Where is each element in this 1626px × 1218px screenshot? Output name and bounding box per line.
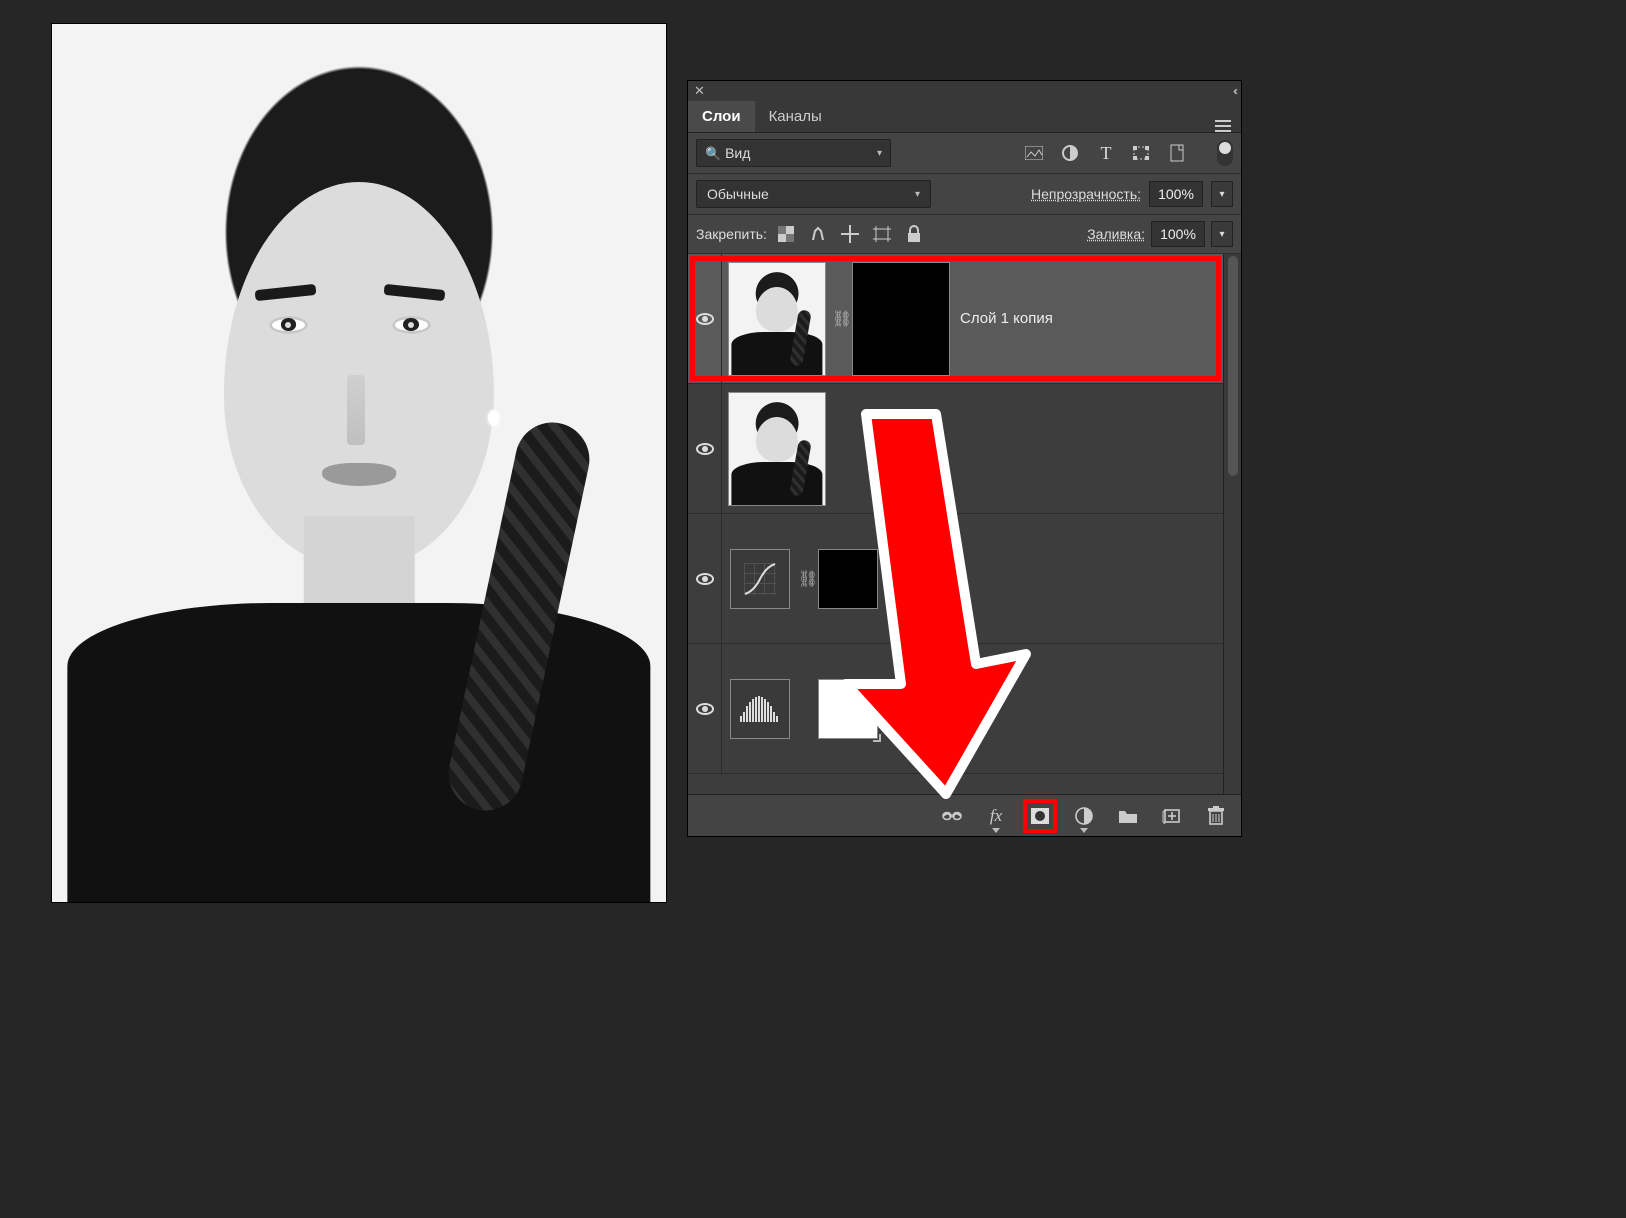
layer-row[interactable]: ⛓ ивые 2 [688, 514, 1223, 644]
scroll-thumb[interactable] [1228, 256, 1238, 476]
blend-mode-select[interactable]: Обычные ▾ [696, 180, 931, 208]
lock-position-icon[interactable] [841, 225, 859, 243]
layer-row[interactable]: ⛓ Слой 1 копия [688, 254, 1223, 384]
layer-name[interactable]: ивые 2 [888, 570, 936, 587]
link-icon[interactable]: ⛓ [832, 309, 852, 329]
opacity-label[interactable]: Непрозрачность: [1031, 186, 1141, 202]
chevron-down-icon: ▾ [915, 189, 920, 200]
layer-row[interactable]: ⛓ Уровни 1 [688, 644, 1223, 774]
layer-name[interactable]: Слой 1 копия [960, 310, 1053, 327]
close-icon[interactable]: ✕ [694, 83, 705, 99]
new-layer-icon[interactable] [1161, 805, 1183, 827]
tab-channels[interactable]: Каналы [755, 101, 836, 132]
filter-row: 🔍 Вид ▾ T [688, 133, 1241, 174]
layer-name[interactable]: Уровни 1 [888, 700, 951, 717]
group-icon[interactable] [1117, 805, 1139, 827]
add-mask-icon[interactable] [1029, 805, 1051, 827]
layers-list: ⛓ Слой 1 копия ⛓ ивые 2 [688, 254, 1241, 794]
filter-label: Вид [725, 145, 750, 161]
eye-icon [696, 313, 714, 325]
layer-visibility-toggle[interactable] [688, 644, 722, 773]
search-icon: 🔍 [705, 146, 721, 161]
layer-mask-thumbnail[interactable] [818, 679, 878, 739]
layer-row[interactable] [688, 384, 1223, 514]
curves-adjustment-icon[interactable] [730, 549, 790, 609]
layer-thumbnail[interactable] [728, 392, 826, 506]
delete-icon[interactable] [1205, 805, 1227, 827]
layers-bottom-bar: fx [688, 794, 1241, 836]
tab-layers[interactable]: Слои [688, 101, 755, 132]
fill-label[interactable]: Заливка: [1087, 226, 1145, 242]
layer-thumbnail[interactable] [728, 262, 826, 376]
filter-smartobject-icon[interactable] [1169, 144, 1187, 162]
layer-filter-select[interactable]: 🔍 Вид ▾ [696, 139, 891, 167]
panel-menu-icon[interactable] [1205, 109, 1241, 125]
opacity-chevron[interactable]: ▾ [1211, 181, 1233, 207]
fill-chevron[interactable]: ▾ [1211, 221, 1233, 247]
panel-header-strip: ✕ ‹‹ [688, 81, 1241, 101]
link-layers-icon[interactable] [941, 805, 963, 827]
layer-mask-thumbnail[interactable] [818, 549, 878, 609]
fill-value[interactable]: 100% [1151, 221, 1205, 247]
lock-all-icon[interactable] [905, 225, 923, 243]
blend-mode-label: Обычные [707, 186, 769, 202]
layers-panel: ✕ ‹‹ Слои Каналы 🔍 Вид ▾ T Обычные ▾ Неп… [687, 80, 1242, 837]
lock-row: Закрепить: Заливка: 100% ▾ [688, 215, 1241, 254]
lock-artboard-icon[interactable] [873, 225, 891, 243]
adjustment-layer-icon[interactable] [1073, 805, 1095, 827]
lock-pixels-icon[interactable] [809, 225, 827, 243]
lock-transparency-icon[interactable] [777, 225, 795, 243]
filter-pixel-icon[interactable] [1025, 144, 1043, 162]
filter-adjustment-icon[interactable] [1061, 144, 1079, 162]
levels-adjustment-icon[interactable] [730, 679, 790, 739]
canvas-document[interactable] [52, 24, 666, 902]
document-image [52, 24, 666, 902]
blend-row: Обычные ▾ Непрозрачность: 100% ▾ [688, 174, 1241, 215]
link-icon[interactable]: ⛓ [798, 569, 818, 589]
layer-visibility-toggle[interactable] [688, 384, 722, 513]
layer-visibility-toggle[interactable] [688, 514, 722, 643]
filter-shape-icon[interactable] [1133, 144, 1151, 162]
eye-icon [696, 573, 714, 585]
fx-icon[interactable]: fx [985, 805, 1007, 827]
eye-icon [696, 703, 714, 715]
opacity-value[interactable]: 100% [1149, 181, 1203, 207]
layer-visibility-toggle[interactable] [688, 254, 722, 383]
filter-toggle[interactable] [1217, 140, 1233, 166]
layers-scrollbar[interactable] [1223, 254, 1241, 794]
filter-type-icon[interactable]: T [1097, 144, 1115, 162]
collapse-icon[interactable]: ‹‹ [1233, 84, 1235, 98]
panel-tabs: Слои Каналы [688, 101, 1241, 133]
eye-icon [696, 443, 714, 455]
layer-mask-thumbnail[interactable] [852, 262, 950, 376]
lock-label: Закрепить: [696, 226, 767, 242]
chevron-down-icon: ▾ [877, 148, 882, 159]
